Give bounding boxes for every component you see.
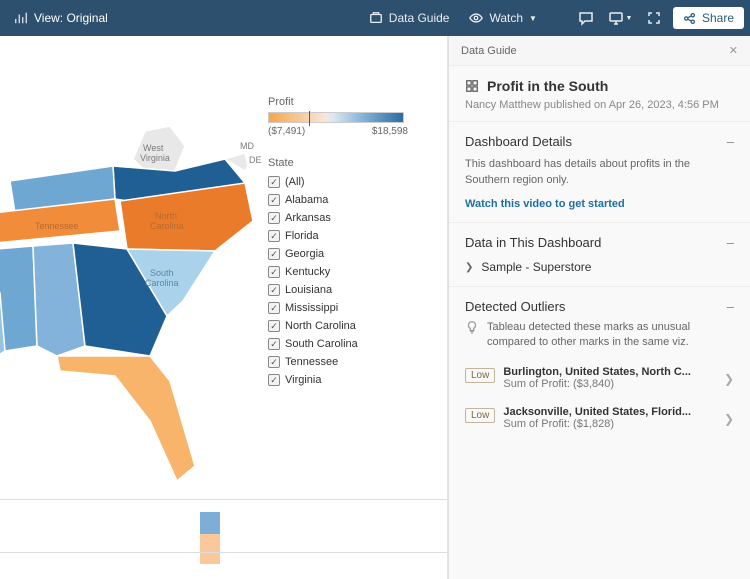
state-filter-title: State (268, 157, 443, 169)
svg-text:Virginia: Virginia (140, 153, 170, 163)
present-dropdown[interactable]: ▼ (605, 4, 635, 32)
view-label: View: Original (34, 11, 108, 25)
legend-min: ($7,491) (268, 126, 305, 137)
share-icon (683, 12, 696, 25)
collapse-icon[interactable]: – (727, 134, 734, 149)
state-ms (0, 246, 37, 351)
fullscreen-icon[interactable] (639, 4, 669, 32)
svg-text:Carolina: Carolina (150, 221, 184, 231)
choropleth-map[interactable]: WestVirginia Tennessee NorthCarolina Sou… (0, 36, 270, 466)
svg-text:West: West (143, 143, 164, 153)
get-started-link[interactable]: Watch this video to get started (465, 198, 625, 210)
checkbox-icon (268, 176, 280, 188)
legend-column: Profit ($7,491) $18,598 State (All) Alab… (268, 96, 443, 389)
chevron-right-icon: ❯ (724, 412, 734, 426)
outlier-item[interactable]: Low Burlington, United States, North C..… (465, 366, 734, 390)
share-button[interactable]: Share (673, 7, 744, 29)
state-fl (57, 356, 195, 481)
visualization-area: WestVirginia Tennessee NorthCarolina Sou… (0, 36, 448, 579)
svg-text:Tennessee: Tennessee (35, 221, 79, 231)
datasource-row[interactable]: ❯ Sample - Superstore (465, 260, 734, 274)
details-description: This dashboard has details about profits… (465, 157, 734, 188)
state-checkbox[interactable]: North Carolina (268, 317, 443, 335)
state-checkbox[interactable]: Florida (268, 227, 443, 245)
dashboard-title: Profit in the South (465, 78, 734, 94)
section-detected-outliers: Detected Outliers – Tableau detected the… (449, 286, 750, 442)
panel-heading-text: Data Guide (461, 45, 517, 57)
byline: Nancy Matthew published on Apr 26, 2023,… (465, 98, 734, 113)
secondary-chart[interactable] (0, 499, 448, 579)
section-heading: Data in This Dashboard (465, 235, 601, 250)
outlier-title: Burlington, United States, North C... (503, 366, 716, 378)
view-selector[interactable]: View: Original (6, 7, 116, 29)
collapse-icon[interactable]: – (727, 235, 734, 250)
comment-icon[interactable] (571, 4, 601, 32)
legend-title: Profit (268, 96, 443, 108)
svg-text:North: North (155, 211, 177, 221)
outlier-sub: Sum of Profit: ($1,828) (503, 418, 716, 430)
state-checkbox[interactable]: Mississippi (268, 299, 443, 317)
state-checkbox[interactable]: South Carolina (268, 335, 443, 353)
data-guide-button[interactable]: Data Guide (361, 7, 458, 29)
svg-text:MD: MD (240, 141, 254, 151)
content: WestVirginia Tennessee NorthCarolina Sou… (0, 36, 750, 579)
state-checkbox[interactable]: Arkansas (268, 209, 443, 227)
dashboard-icon (465, 79, 479, 93)
state-checkbox[interactable]: Kentucky (268, 263, 443, 281)
top-toolbar: View: Original Data Guide Watch ▼ ▼ Shar… (0, 0, 750, 36)
legend-max: $18,598 (372, 126, 408, 137)
section-heading: Detected Outliers (465, 299, 565, 314)
svg-text:South: South (150, 268, 174, 278)
section-heading: Dashboard Details (465, 134, 572, 149)
section-dashboard-details: Dashboard Details – This dashboard has d… (449, 121, 750, 222)
bar-chart-icon (14, 11, 28, 25)
watch-dropdown[interactable]: Watch ▼ (461, 7, 544, 29)
chevron-right-icon: ❯ (465, 262, 473, 273)
panel-header: Data Guide ✕ (449, 36, 750, 66)
svg-text:DE: DE (249, 155, 262, 165)
color-gradient[interactable] (268, 112, 404, 123)
low-badge: Low (465, 408, 495, 423)
bar-segment-negative (200, 534, 220, 564)
outliers-description: Tableau detected these marks as unusual … (487, 320, 734, 350)
state-checkbox[interactable]: Louisiana (268, 281, 443, 299)
lightbulb-icon (465, 320, 479, 350)
bar-segment-positive (200, 512, 220, 534)
data-guide-panel: Data Guide ✕ Profit in the South Nancy M… (448, 36, 750, 579)
state-checkbox[interactable]: Virginia (268, 371, 443, 389)
state-checkbox[interactable]: Alabama (268, 191, 443, 209)
collapse-icon[interactable]: – (727, 299, 734, 314)
outlier-title: Jacksonville, United States, Florid... (503, 406, 716, 418)
chevron-down-icon: ▼ (626, 15, 633, 22)
state-checkbox[interactable]: Tennessee (268, 353, 443, 371)
svg-text:Carolina: Carolina (145, 278, 179, 288)
section-data-in-dashboard: Data in This Dashboard – ❯ Sample - Supe… (449, 222, 750, 286)
chevron-down-icon: ▼ (529, 14, 537, 23)
outlier-item[interactable]: Low Jacksonville, United States, Florid.… (465, 406, 734, 430)
outlier-sub: Sum of Profit: ($3,840) (503, 378, 716, 390)
chevron-right-icon: ❯ (724, 372, 734, 386)
low-badge: Low (465, 368, 495, 383)
state-checkbox-all[interactable]: (All) (268, 173, 443, 191)
state-filter: State (All) Alabama Arkansas Florida Geo… (268, 157, 443, 389)
guide-icon (369, 11, 383, 25)
axis-line (0, 552, 448, 553)
state-checkbox[interactable]: Georgia (268, 245, 443, 263)
close-icon[interactable]: ✕ (729, 44, 738, 57)
eye-icon (469, 11, 483, 25)
